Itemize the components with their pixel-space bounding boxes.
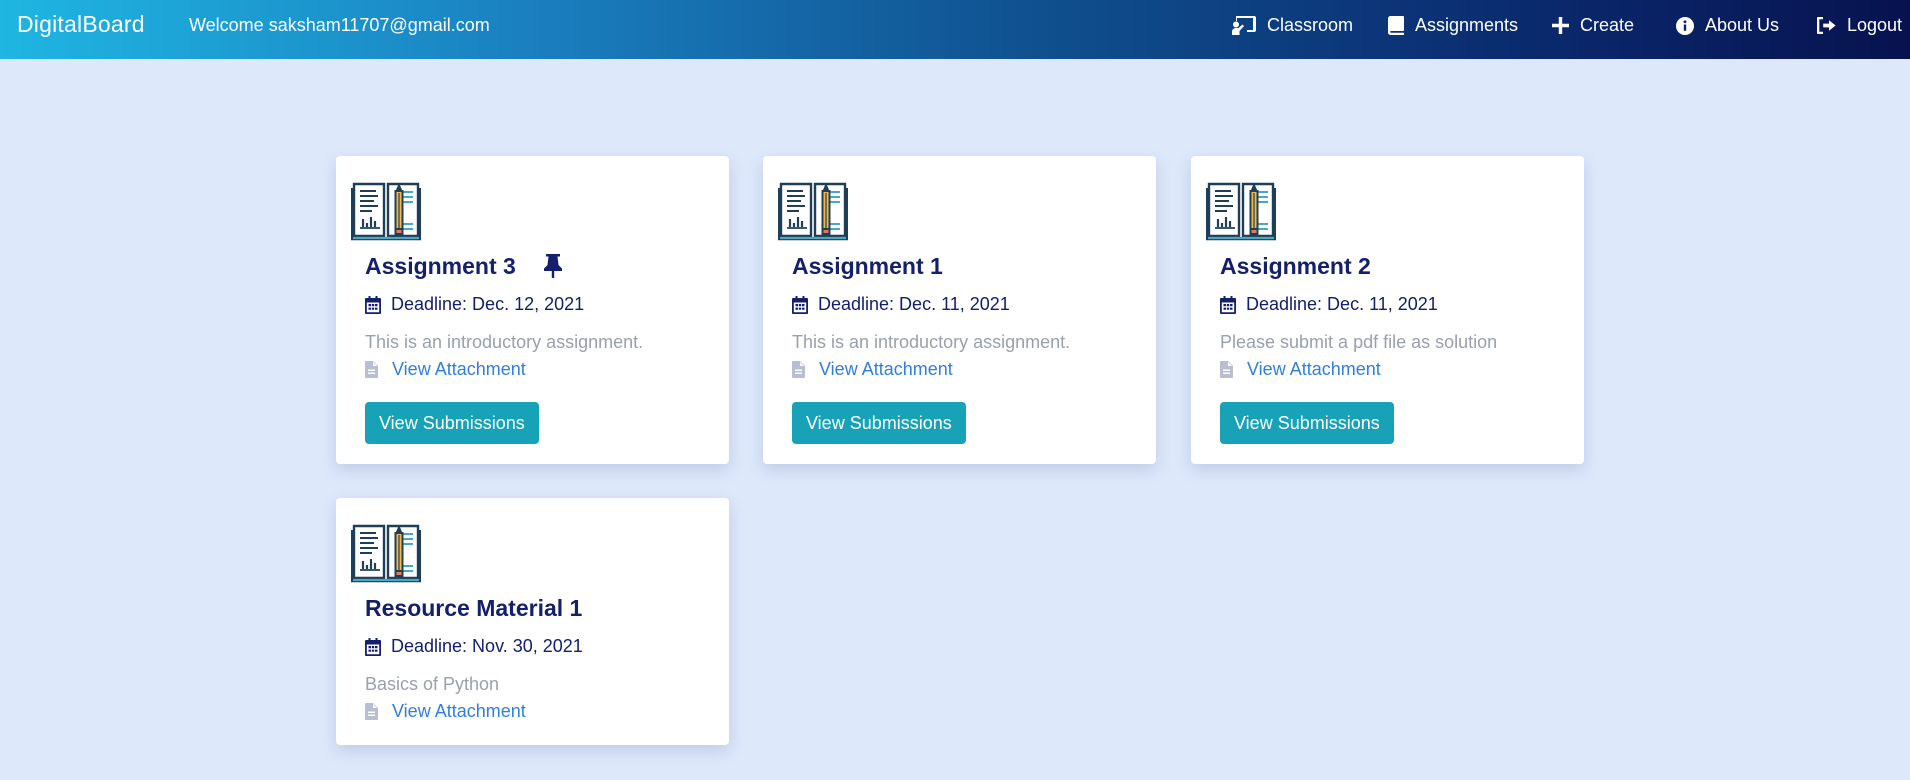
file-icon [792, 361, 805, 378]
nav-links: Classroom Assignments Create About Us Lo… [0, 0, 1910, 59]
plus-icon [1552, 17, 1569, 34]
card-description: This is an introductory assignment. [792, 332, 1071, 352]
nav-item-assignments[interactable]: Assignments [1388, 15, 1518, 36]
calendar-icon [365, 296, 381, 314]
view-attachment-link[interactable]: View Attachment [792, 359, 953, 380]
attachment-label: View Attachment [392, 701, 526, 721]
chalkboard-teacher-icon [1232, 16, 1256, 35]
nav-item-classroom[interactable]: Classroom [1232, 15, 1353, 36]
file-icon [365, 361, 378, 378]
deadline-text: Deadline: Dec. 11, 2021 [818, 294, 1010, 314]
card-title: Assignment 3 [365, 253, 516, 279]
info-circle-icon [1676, 16, 1694, 35]
card-title: Assignment 1 [792, 253, 943, 279]
assignment-card: Assignment 1 Deadline: Dec. 11, 2021 Thi… [763, 156, 1156, 464]
nav-item-create[interactable]: Create [1552, 15, 1634, 36]
nav-item-label: Create [1580, 15, 1635, 35]
calendar-icon [792, 296, 808, 314]
view-submissions-button[interactable]: View Submissions [365, 402, 539, 444]
book-pencil-icon [351, 178, 421, 242]
card-title: Resource Material 1 [365, 595, 583, 621]
deadline-text: Deadline: Dec. 12, 2021 [391, 294, 585, 314]
calendar-icon [365, 638, 381, 656]
deadline: Deadline: Dec. 11, 2021 [1220, 294, 1438, 315]
deadline: Deadline: Nov. 30, 2021 [365, 636, 583, 657]
card-description: Please submit a pdf file as solution [1220, 332, 1498, 352]
view-submissions-button[interactable]: View Submissions [792, 402, 966, 444]
deadline-text: Deadline: Nov. 30, 2021 [391, 636, 583, 656]
book-icon [1388, 16, 1404, 35]
sign-out-icon [1817, 17, 1836, 34]
attachment-label: View Attachment [1247, 359, 1381, 379]
nav-item-label: Classroom [1267, 15, 1354, 35]
book-pencil-icon [1206, 178, 1276, 242]
view-attachment-link[interactable]: View Attachment [365, 359, 526, 380]
top-navbar: DigitalBoard Welcome saksham11707@gmail.… [0, 0, 1910, 59]
file-icon [365, 703, 378, 720]
nav-item-logout[interactable]: Logout [1817, 15, 1902, 36]
deadline: Deadline: Dec. 12, 2021 [365, 294, 584, 315]
view-attachment-link[interactable]: View Attachment [365, 701, 526, 722]
book-pencil-icon [778, 178, 848, 242]
nav-item-label: About Us [1705, 15, 1780, 35]
nav-item-about-us[interactable]: About Us [1676, 15, 1779, 36]
calendar-icon [1220, 296, 1236, 314]
view-submissions-button[interactable]: View Submissions [1220, 402, 1394, 444]
deadline: Deadline: Dec. 11, 2021 [792, 294, 1010, 315]
file-icon [1220, 361, 1233, 378]
card-title: Assignment 2 [1220, 253, 1371, 279]
assignment-card: Assignment 2 Deadline: Dec. 11, 2021 Ple… [1191, 156, 1584, 464]
view-attachment-link[interactable]: View Attachment [1220, 359, 1381, 380]
book-pencil-icon [351, 520, 421, 584]
resource-card: Resource Material 1 Deadline: Nov. 30, 2… [336, 498, 729, 745]
assignment-card: Assignment 3 Deadline: Dec. 12, 2021 Thi… [336, 156, 729, 464]
attachment-label: View Attachment [819, 359, 953, 379]
card-description: Basics of Python [365, 674, 500, 694]
nav-item-label: Assignments [1415, 15, 1519, 35]
nav-item-label: Logout [1847, 15, 1903, 35]
deadline-text: Deadline: Dec. 11, 2021 [1246, 294, 1438, 314]
card-description: This is an introductory assignment. [365, 332, 644, 352]
attachment-label: View Attachment [392, 359, 526, 379]
pin-icon[interactable] [542, 254, 564, 278]
